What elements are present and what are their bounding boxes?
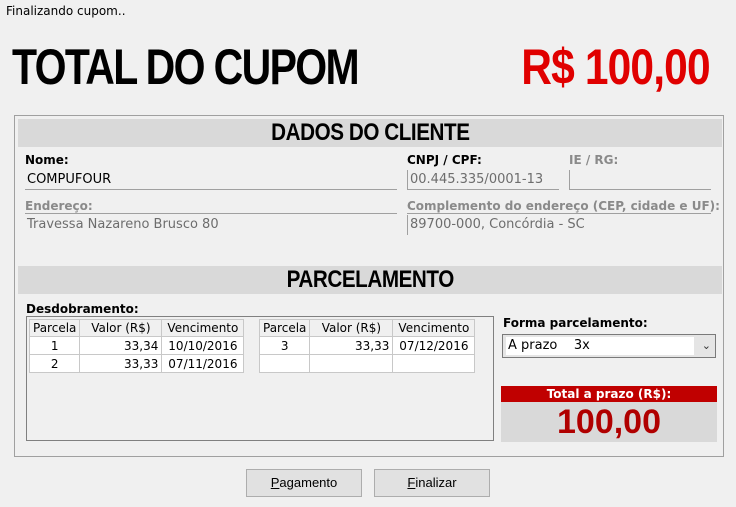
column-header-parcela[interactable]: Parcela xyxy=(28,319,81,337)
form-select-value[interactable]: A prazo 3x xyxy=(506,337,694,355)
address-label: Endereço: xyxy=(25,199,93,213)
total-label: TOTAL DO CUPOM xyxy=(12,39,360,95)
form-select[interactable]: A prazo 3x ⌄ xyxy=(502,334,716,358)
total-value: R$ 100,00 xyxy=(521,39,711,95)
breakdown-label: Desdobramento: xyxy=(26,302,139,316)
installments-panel: Parcela Valor (R$) Vencimento 1 33,34 10… xyxy=(26,316,494,441)
cell-valor[interactable] xyxy=(309,354,394,373)
table-row[interactable]: 3 33,33 07/12/2016 xyxy=(258,336,476,355)
name-label: Nome: xyxy=(25,153,69,167)
column-header-valor[interactable]: Valor (R$) xyxy=(309,319,394,337)
payment-button[interactable]: Pagamento xyxy=(246,469,362,497)
table-row[interactable]: 1 33,34 10/10/2016 xyxy=(28,336,245,355)
cnpj-field[interactable]: 00.445.335/0001-13 xyxy=(407,170,559,190)
cnpj-label: CNPJ / CPF: xyxy=(407,153,482,167)
payment-button-label: agamento xyxy=(279,475,338,490)
finish-button-label: inalizar xyxy=(415,475,457,490)
main-panel: DADOS DO CLIENTE Nome: COMPUFOUR CNPJ / … xyxy=(14,115,724,457)
client-section-header: DADOS DO CLIENTE xyxy=(18,119,722,147)
cell-vencimento[interactable] xyxy=(392,354,476,373)
installments-grid-left: Parcela Valor (R$) Vencimento 1 33,34 10… xyxy=(28,319,245,373)
cell-parcela[interactable]: 1 xyxy=(28,336,81,355)
complement-field[interactable]: 89700-000, Concórdia - SC xyxy=(407,215,711,235)
installments-section-header: PARCELAMENTO xyxy=(18,266,722,294)
window-title: Finalizando cupom.. xyxy=(6,4,126,18)
name-field[interactable]: COMPUFOUR xyxy=(25,170,397,190)
form-label: Forma parcelamento: xyxy=(503,316,648,330)
table-row[interactable] xyxy=(258,354,476,373)
column-header-parcela[interactable]: Parcela xyxy=(258,319,311,337)
cell-valor[interactable]: 33,33 xyxy=(79,354,163,373)
address-field[interactable]: Travessa Nazareno Brusco 80 xyxy=(25,215,397,235)
ie-field[interactable] xyxy=(569,170,711,190)
complement-label: Complemento do endereço (CEP, cidade e U… xyxy=(407,199,720,213)
cell-parcela[interactable]: 2 xyxy=(28,354,81,373)
total-installments-value: 100,00 xyxy=(557,403,661,441)
grid-header-row: Parcela Valor (R$) Vencimento xyxy=(28,319,245,337)
grid-header-row: Parcela Valor (R$) Vencimento xyxy=(258,319,476,337)
cell-vencimento[interactable]: 07/11/2016 xyxy=(161,354,245,373)
address-divider xyxy=(25,213,397,214)
cell-valor[interactable]: 33,34 xyxy=(79,336,163,355)
total-installments-box: Total a prazo (R$): 100,00 xyxy=(501,386,717,442)
table-row[interactable]: 2 33,33 07/11/2016 xyxy=(28,354,245,373)
cell-valor[interactable]: 33,33 xyxy=(309,336,394,355)
total-installments-label: Total a prazo (R$): xyxy=(501,386,717,402)
cell-parcela[interactable]: 3 xyxy=(258,336,311,355)
cell-vencimento[interactable]: 10/10/2016 xyxy=(161,336,245,355)
cell-vencimento[interactable]: 07/12/2016 xyxy=(392,336,476,355)
installments-grid-right: Parcela Valor (R$) Vencimento 3 33,33 07… xyxy=(258,319,476,373)
column-header-vencimento[interactable]: Vencimento xyxy=(161,319,245,337)
installments-section-title: PARCELAMENTO xyxy=(286,266,454,293)
complement-divider xyxy=(407,213,711,214)
ie-label: IE / RG: xyxy=(569,153,619,167)
client-section-title: DADOS DO CLIENTE xyxy=(270,119,470,146)
finish-button[interactable]: Finalizar xyxy=(374,469,490,497)
chevron-down-icon[interactable]: ⌄ xyxy=(702,339,711,352)
cell-parcela[interactable] xyxy=(258,354,311,373)
column-header-vencimento[interactable]: Vencimento xyxy=(392,319,476,337)
column-header-valor[interactable]: Valor (R$) xyxy=(79,319,163,337)
